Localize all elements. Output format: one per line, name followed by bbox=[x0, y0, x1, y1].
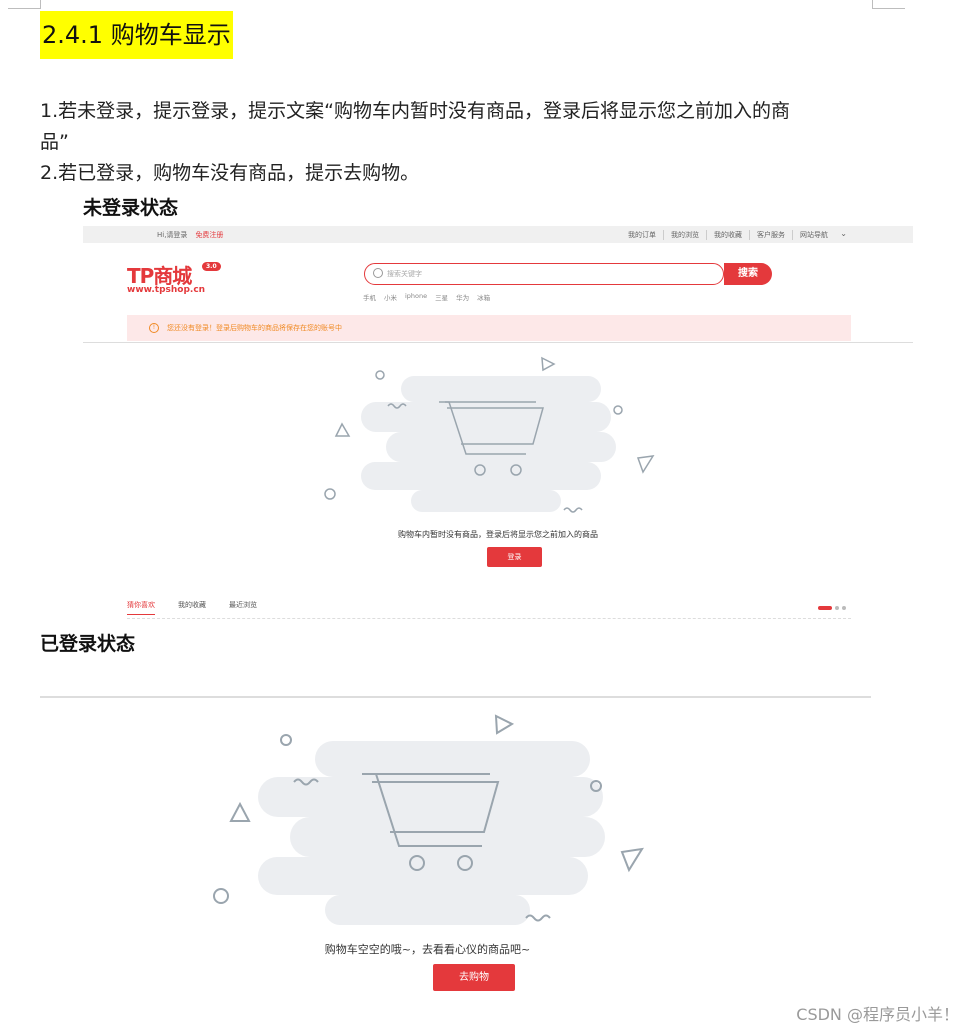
hot-word[interactable]: 手机 bbox=[363, 292, 376, 302]
logo-url: www.tpshop.cn bbox=[127, 285, 206, 295]
section-heading: 2.4.1 购物车显示 bbox=[40, 11, 233, 59]
paragraph-2: 2.若已登录，购物车没有商品，提示去购物。 bbox=[40, 162, 420, 184]
my-favorites-link[interactable]: 我的收藏 bbox=[706, 230, 749, 240]
notice-text: 您还没有登录！登录后购物车的商品将保存在您的账号中 bbox=[167, 324, 342, 332]
search-button[interactable]: 搜索 bbox=[724, 263, 772, 285]
empty-cart-illustration bbox=[213, 714, 644, 925]
hot-word[interactable]: iphone bbox=[405, 292, 427, 302]
carousel-dot-active[interactable] bbox=[818, 606, 832, 610]
carousel-indicator bbox=[818, 606, 849, 610]
empty-cart-message: 购物车内暂时没有商品，登录后将显示您之前加入的商品 bbox=[398, 530, 598, 539]
page-corner-mark-right bbox=[872, 0, 905, 9]
hot-word[interactable]: 小米 bbox=[384, 292, 397, 302]
search-input[interactable]: 搜索关键字 bbox=[364, 263, 724, 285]
hot-word[interactable]: 三星 bbox=[435, 292, 448, 302]
register-link[interactable]: 免费注册 bbox=[195, 231, 223, 239]
login-link[interactable]: Hi,请登录 bbox=[157, 231, 187, 239]
paragraph-1: 1.若未登录，提示登录，提示文案“购物车内暂时没有商品，登录后将显示您之前加入的… bbox=[40, 100, 790, 122]
login-notice: ! 您还没有登录！登录后购物车的商品将保存在您的账号中 bbox=[127, 315, 851, 341]
screenshot-not-logged-in: Hi,请登录 免费注册 我的订单 我的浏览 我的收藏 客户服务 网站导航 ⌄ TP… bbox=[83, 226, 913, 626]
tab-my-favorites[interactable]: 我的收藏 bbox=[178, 600, 206, 615]
chevron-down-icon[interactable]: ⌄ bbox=[840, 229, 847, 238]
search-placeholder: 搜索关键字 bbox=[387, 270, 422, 278]
login-button[interactable]: 登录 bbox=[487, 547, 542, 567]
top-bar: Hi,请登录 免费注册 我的订单 我的浏览 我的收藏 客户服务 网站导航 ⌄ bbox=[83, 226, 913, 243]
tab-divider bbox=[127, 618, 851, 620]
logo-version-badge: 3.0 bbox=[202, 262, 221, 271]
tab-recent-views[interactable]: 最近浏览 bbox=[229, 600, 257, 615]
divider bbox=[40, 696, 871, 698]
carousel-dot[interactable] bbox=[842, 606, 846, 610]
paragraph-1-cont: 品” bbox=[40, 131, 69, 153]
site-nav-link[interactable]: 网站导航 bbox=[792, 230, 835, 240]
search-icon bbox=[373, 268, 383, 278]
logged-in-label: 已登录状态 bbox=[40, 633, 136, 655]
my-orders-link[interactable]: 我的订单 bbox=[621, 230, 663, 240]
tab-guess-you-like[interactable]: 猜你喜欢 bbox=[127, 600, 155, 615]
hot-word[interactable]: 冰箱 bbox=[477, 292, 490, 302]
hot-words: 手机 小米 iphone 三星 华为 冰箱 bbox=[363, 292, 498, 302]
empty-cart-illustration bbox=[324, 356, 655, 513]
watermark: CSDN @程序员小羊！ bbox=[796, 1005, 959, 1024]
warning-icon: ! bbox=[149, 323, 159, 333]
my-history-link[interactable]: 我的浏览 bbox=[663, 230, 706, 240]
not-logged-in-label: 未登录状态 bbox=[83, 197, 179, 219]
carousel-dot[interactable] bbox=[835, 606, 839, 610]
hot-word[interactable]: 华为 bbox=[456, 292, 469, 302]
divider bbox=[83, 342, 913, 343]
page-corner-mark-left bbox=[8, 0, 41, 9]
empty-cart-message: 购物车空空的哦~，去看看心仪的商品吧~ bbox=[324, 943, 531, 956]
customer-service-link[interactable]: 客户服务 bbox=[749, 230, 792, 240]
go-shopping-button[interactable]: 去购物 bbox=[433, 964, 515, 991]
recommend-tabs: 猜你喜欢 我的收藏 最近浏览 bbox=[127, 600, 280, 615]
